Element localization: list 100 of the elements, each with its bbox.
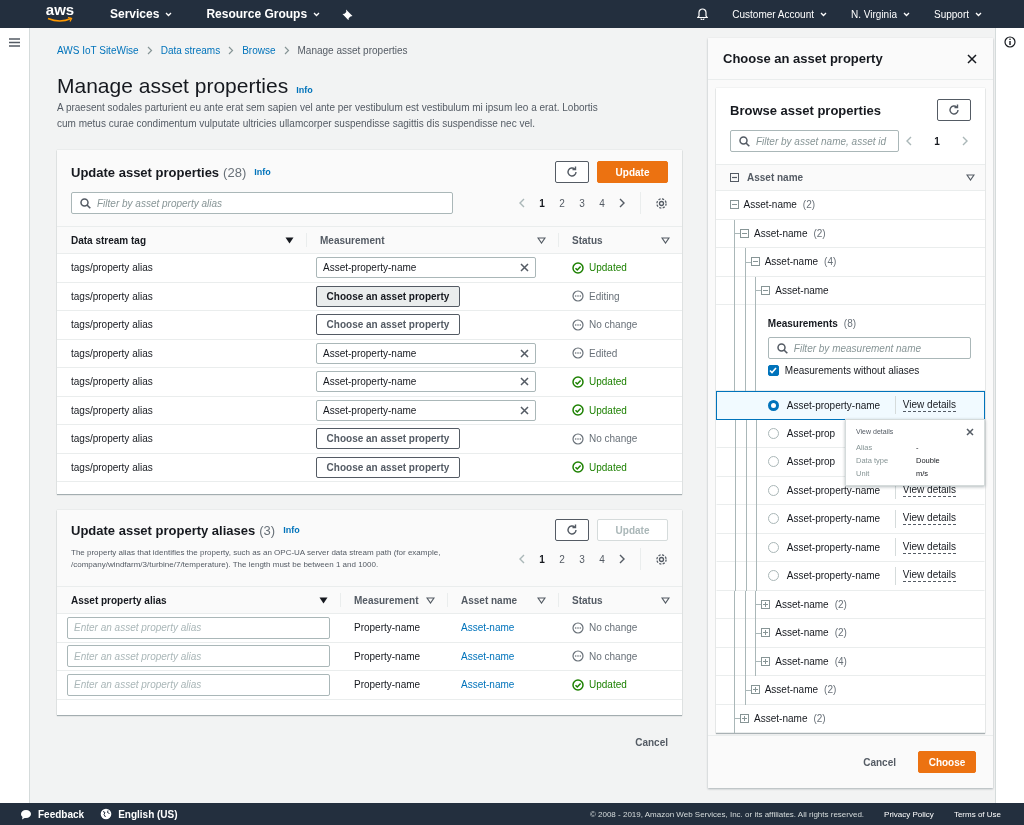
page-button[interactable]: 4: [592, 553, 612, 565]
cancel-button[interactable]: Cancel: [635, 732, 668, 752]
search-field[interactable]: Filter by measurement name: [767, 337, 971, 359]
settings-icon[interactable]: [655, 552, 668, 566]
search-input[interactable]: Filter by asset name, asset id: [756, 135, 890, 147]
settings-icon[interactable]: [655, 196, 668, 210]
tree-item[interactable]: Asset-name: [764, 256, 819, 268]
search-input[interactable]: Filter by measurement name: [793, 342, 962, 354]
expand-icon[interactable]: [750, 685, 760, 695]
refresh-button[interactable]: [555, 519, 589, 541]
column-header[interactable]: Asset name: [461, 594, 518, 606]
page-button[interactable]: 4: [592, 197, 612, 209]
column-header[interactable]: Measurement: [354, 594, 419, 606]
column-header[interactable]: Measurement: [320, 234, 385, 246]
collapse-icon[interactable]: [761, 285, 771, 295]
value-field[interactable]: Asset-property-name: [316, 257, 536, 279]
info-link[interactable]: Info: [254, 167, 271, 177]
clear-icon[interactable]: [520, 263, 529, 273]
page-button[interactable]: 1: [532, 553, 552, 565]
nav-menu[interactable]: Services: [110, 7, 173, 21]
radio-button[interactable]: [767, 541, 779, 553]
nav-menu[interactable]: Support: [933, 8, 982, 20]
chevron-right-icon[interactable]: [618, 554, 626, 564]
page-button[interactable]: 1: [927, 135, 947, 147]
view-details-link[interactable]: View details: [902, 512, 956, 526]
collapse-icon[interactable]: [729, 200, 739, 210]
close-button[interactable]: [966, 427, 974, 436]
input-field[interactable]: Enter an asset property alias: [67, 673, 330, 696]
page-button[interactable]: 2: [552, 197, 572, 209]
page-button[interactable]: 1: [532, 197, 552, 209]
choose-button[interactable]: Choose an asset property: [316, 456, 460, 478]
clear-icon[interactable]: [520, 405, 529, 415]
sort-icon[interactable]: [537, 236, 546, 244]
cancel-button[interactable]: Cancel: [863, 752, 896, 772]
page-button[interactable]: 3: [572, 197, 592, 209]
view-details-link[interactable]: View details: [902, 398, 956, 412]
search-input[interactable]: Filter by asset property alias: [97, 197, 444, 209]
expand-icon[interactable]: [740, 713, 750, 723]
choose-button[interactable]: Choose an asset property: [316, 428, 460, 450]
column-header[interactable]: Asset property alias: [71, 594, 167, 606]
breadcrumb-link[interactable]: Browse: [242, 44, 276, 56]
expand-icon[interactable]: [761, 628, 771, 638]
sort-icon[interactable]: [537, 596, 546, 604]
column-header[interactable]: Asset name: [747, 172, 804, 183]
choose-button[interactable]: Choose an asset property: [316, 314, 460, 336]
language-selector[interactable]: English (US): [100, 808, 178, 820]
search-field[interactable]: Filter by asset property alias: [71, 192, 453, 214]
radio-button[interactable]: [767, 456, 779, 468]
sort-filled-icon[interactable]: [285, 236, 294, 244]
radio-button[interactable]: [767, 399, 779, 411]
info-icon[interactable]: [1004, 36, 1016, 48]
nav-menu[interactable]: Customer Account: [732, 8, 827, 20]
sort-icon[interactable]: [661, 596, 670, 604]
collapse-all-icon[interactable]: [730, 173, 739, 182]
asset-link[interactable]: Asset-name: [461, 622, 515, 634]
checkbox[interactable]: [767, 365, 779, 376]
sort-icon[interactable]: [661, 236, 670, 244]
input-field[interactable]: Enter an asset property alias: [67, 645, 330, 668]
refresh-button[interactable]: [555, 161, 589, 183]
clear-icon[interactable]: [520, 348, 529, 358]
sort-filled-icon[interactable]: [319, 596, 328, 604]
tree-item[interactable]: Asset-name: [775, 598, 829, 610]
page-button[interactable]: 2: [552, 553, 572, 565]
clear-icon[interactable]: [520, 377, 529, 387]
tree-item[interactable]: Asset-name: [743, 199, 797, 211]
tree-item[interactable]: Asset-name: [764, 684, 819, 696]
footer-link[interactable]: Terms of Use: [953, 809, 1001, 819]
radio-button[interactable]: [767, 484, 779, 496]
view-details-link[interactable]: View details: [902, 540, 956, 554]
column-header[interactable]: Status: [572, 594, 603, 606]
tree-item[interactable]: Asset-name: [754, 712, 808, 724]
search-field[interactable]: Filter by asset name, asset id: [730, 130, 899, 152]
collapse-icon[interactable]: [740, 228, 750, 238]
refresh-button[interactable]: [937, 99, 971, 121]
asset-link[interactable]: Asset-name: [461, 679, 515, 691]
input-field[interactable]: Enter an asset property alias: [67, 616, 330, 639]
sort-icon[interactable]: [966, 174, 975, 181]
tree-item[interactable]: Asset-name: [775, 655, 829, 667]
sort-icon[interactable]: [426, 596, 435, 604]
nav-menu[interactable]: Resource Groups: [206, 7, 321, 21]
menu-icon[interactable]: [9, 38, 20, 47]
value-field[interactable]: Asset-property-name: [316, 371, 536, 393]
tree-item[interactable]: Asset-name: [754, 227, 808, 239]
choose-button[interactable]: Choose an asset property: [316, 285, 460, 307]
tree-item[interactable]: Asset-name: [775, 627, 829, 639]
expand-icon[interactable]: [761, 656, 771, 666]
breadcrumb-link[interactable]: AWS IoT SiteWise: [57, 44, 139, 56]
view-details-link[interactable]: View details: [902, 569, 956, 583]
bell-icon[interactable]: [697, 8, 709, 20]
feedback-link[interactable]: Feedback: [20, 808, 85, 820]
asset-link[interactable]: Asset-name: [461, 650, 515, 662]
radio-button[interactable]: [767, 513, 779, 525]
info-link[interactable]: Info: [296, 85, 313, 95]
expand-icon[interactable]: [761, 599, 771, 609]
footer-link[interactable]: Privacy Policy: [884, 809, 934, 819]
chevron-right-icon[interactable]: [618, 198, 626, 208]
page-button[interactable]: 3: [572, 553, 592, 565]
tree-item[interactable]: Asset-name: [775, 284, 829, 296]
value-field[interactable]: Asset-property-name: [316, 399, 536, 421]
breadcrumb-link[interactable]: Data streams: [160, 44, 221, 56]
